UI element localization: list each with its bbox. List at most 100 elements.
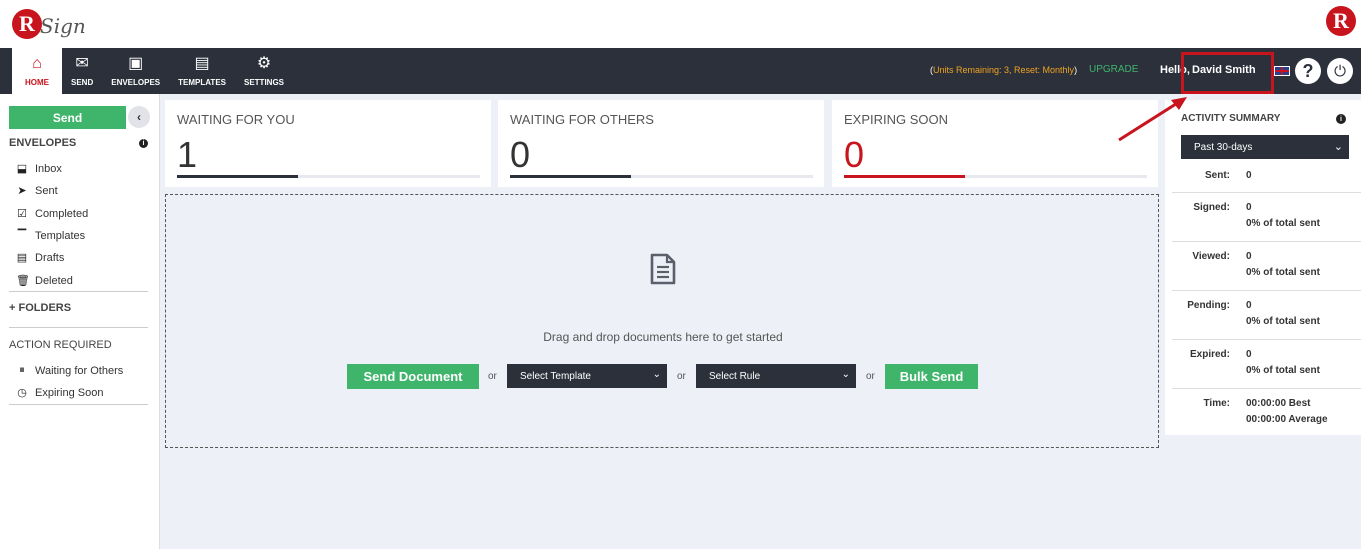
stat-card-progress-fill [510,175,632,178]
divider [1172,339,1361,340]
nav-tab-settings[interactable]: ⚙ SETTINGS [235,48,293,94]
stat-card-progress [177,175,480,178]
envelopes-info-icon[interactable]: i [139,139,148,148]
chevron-down-icon: ⌄ [652,369,661,380]
sidebar-item-label: Sent [35,184,58,197]
activity-subvalue: 00:00:00 Average [1246,414,1328,425]
trash-icon: 🗑 [16,275,30,287]
pause-circle-icon: ⏸ [19,364,25,376]
select-rule-label: Select Rule [709,370,761,382]
or-separator: or [677,371,686,382]
activity-label: Time: [1203,398,1231,409]
send-button[interactable]: Send [9,106,126,129]
stat-card-progress-fill [177,175,299,178]
stat-card-title: WAITING FOR OTHERS [510,112,654,127]
nav-tab-label: SEND [71,78,94,87]
uk-flag-icon[interactable] [1274,66,1290,76]
activity-label: Sent: [1205,170,1230,181]
sidebar-item-label: Completed [35,207,89,220]
or-separator: or [866,371,875,382]
bulk-send-button[interactable]: Bulk Send [885,364,978,389]
send-document-button[interactable]: Send Document [347,364,479,389]
sidebar-item-sent[interactable]: ➤ Sent [16,184,58,198]
stat-card-value: 0 [510,134,531,175]
nav-tab-label: ENVELOPES [111,78,161,87]
upgrade-link[interactable]: UPGRADE [1089,64,1138,75]
sidebar-item-label: Expiring Soon [35,386,104,399]
divider [9,404,148,405]
home-icon: ⌂ [32,55,42,72]
divider [9,291,148,292]
envelopes-heading: ENVELOPES [9,137,77,149]
rsign-logo[interactable]: R Sign [12,6,86,42]
date-range-dropdown[interactable]: Past 30-days ⌄ [1181,135,1349,159]
select-rule-dropdown[interactable]: Select Rule ⌄ [696,364,856,388]
select-template-dropdown[interactable]: Select Template ⌄ [507,364,667,388]
sidebar-item-waiting-for-others[interactable]: ⏸ Waiting for Others [16,364,123,377]
sidebar-item-label: Drafts [35,251,65,264]
document-icon [650,253,676,285]
stat-card-waiting-for-others[interactable]: WAITING FOR OTHERS 0 [498,100,824,187]
activity-info-icon[interactable]: i [1336,114,1346,124]
sidebar-item-completed[interactable]: ☑ Completed [16,207,89,221]
activity-subvalue: 0% of total sent [1246,218,1320,229]
document-dropzone[interactable]: Drag and drop documents here to get star… [165,194,1159,448]
stat-card-waiting-for-you[interactable]: WAITING FOR YOU 1 [165,100,491,187]
sidebar: Send ‹ ENVELOPES i + FOLDERS ACTION REQU… [0,94,160,549]
sidebar-item-expiring-soon[interactable]: ◷ Expiring Soon [16,386,104,400]
nav-tabs: ⌂ HOME ✉ SEND ▣ ENVELOPES ▤ TEMPLATES ⚙ SETTINGS [12,48,293,94]
sidebar-item-drafts[interactable]: ▤ Drafts [16,251,65,265]
stat-card-value: 0 [844,134,865,175]
sidebar-item-label: Waiting for Others [35,364,124,377]
logo-r-mark: R [12,9,42,39]
divider [9,327,148,328]
sidebar-item-inbox[interactable]: ⬓ Inbox [16,162,62,176]
activity-value: 0 [1246,349,1252,360]
activity-value: 0 [1246,170,1252,181]
dropzone-instructions: Drag and drop documents here to get star… [543,330,783,344]
stat-card-progress [510,175,813,178]
activity-subvalue: 0% of total sent [1246,365,1320,376]
stat-card-progress-fill [844,175,966,178]
annotation-arrow [1118,97,1187,142]
checkbox-icon: ☑ [17,208,27,220]
activity-value: 00:00:00 Best [1246,398,1311,409]
or-separator: or [488,371,497,382]
collapse-sidebar-icon[interactable]: ‹ [128,106,150,128]
nav-tab-label: TEMPLATES [178,78,226,87]
stat-card-expiring-soon[interactable]: EXPIRING SOON 0 [832,100,1158,187]
activity-label: Pending: [1187,300,1230,311]
units-remaining: (Units Remaining: 3, Reset: Monthly) [930,65,1078,75]
nav-tab-label: HOME [25,78,49,87]
sidebar-item-templates[interactable]: ▔ Templates [16,229,86,243]
chevron-down-icon: ⌄ [1333,141,1343,153]
sidebar-item-label: Deleted [35,274,73,287]
activity-label: Viewed: [1192,251,1230,262]
activity-summary-panel: ACTIVITY SUMMARY i Past 30-days ⌄ Sent: 0… [1165,100,1361,435]
folders-heading[interactable]: + FOLDERS [9,302,71,314]
divider [1172,241,1361,242]
logo-wordmark: Sign [40,14,86,38]
nav-tab-home[interactable]: ⌂ HOME [12,48,62,94]
divider [1172,290,1361,291]
sidebar-item-label: Inbox [35,162,62,175]
top-header: R Sign R [0,0,1361,48]
templates-icon: ▤ [194,55,210,72]
select-template-label: Select Template [520,370,591,382]
sidebar-item-deleted[interactable]: 🗑 Deleted [16,274,73,288]
main-navbar: ⌂ HOME ✉ SEND ▣ ENVELOPES ▤ TEMPLATES ⚙ SETTINGS … [0,48,1361,94]
sidebar-item-label: Templates [35,229,86,242]
drafts-icon: ▤ [16,252,28,264]
paper-plane-icon: ➤ [17,185,27,197]
help-icon[interactable]: ? [1295,58,1321,84]
divider [1172,192,1361,193]
power-icon[interactable]: ⏻ [1327,58,1353,84]
nav-tab-send[interactable]: ✉ SEND [62,48,102,94]
nav-tab-envelopes[interactable]: ▣ ENVELOPES [102,48,169,94]
nav-tab-templates[interactable]: ▤ TEMPLATES [169,48,235,94]
activity-summary-title: ACTIVITY SUMMARY [1181,113,1281,124]
gear-icon: ⚙ [256,55,272,72]
action-required-heading: ACTION REQUIRED [9,339,112,351]
stat-card-title: EXPIRING SOON [844,112,949,127]
username-highlight-box [1181,52,1274,94]
